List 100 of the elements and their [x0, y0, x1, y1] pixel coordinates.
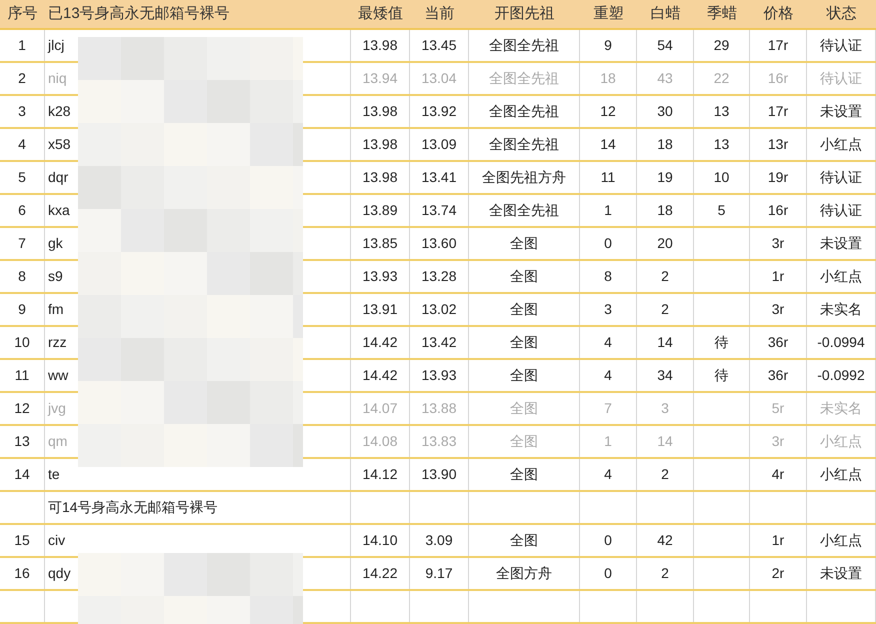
table-cell-text: 14 — [657, 432, 673, 451]
table-cell-text: jvg — [48, 399, 66, 418]
table-cell-text: 36r — [768, 366, 788, 385]
table-cell-text: 14 — [14, 465, 30, 484]
table-cell-text: 14.08 — [362, 432, 398, 451]
table-cell-text: 全图全先祖 — [489, 36, 559, 55]
table-cell-text: 4 — [18, 135, 26, 154]
table-cell-text: 29 — [714, 36, 730, 55]
table-cell-text: 14.12 — [362, 465, 398, 484]
table-cell-text: 13.89 — [362, 201, 398, 220]
table-cell-text: 待 — [714, 333, 728, 352]
table-cell-text: niq — [48, 69, 67, 88]
table-cell-text: civ — [48, 531, 66, 550]
table-cell-text: 小红点 — [820, 135, 862, 154]
table-cell-text: 13.92 — [421, 102, 457, 121]
table-cell-text: 全图 — [510, 465, 538, 484]
table-cell-text: 2 — [661, 267, 669, 286]
table-cell-text: 13.98 — [362, 36, 398, 55]
column-header: 最矮值 — [358, 4, 403, 24]
table-cell-text: s9 — [48, 267, 63, 286]
table-cell-text: x58 — [48, 135, 71, 154]
table-cell-text: gk — [48, 234, 63, 253]
table-cell-text: 3 — [604, 300, 612, 319]
table-cell-text: 19r — [768, 168, 788, 187]
table-cell-text: 4 — [604, 465, 612, 484]
table-cell-text: 13.98 — [362, 135, 398, 154]
table-cell-text: 14.42 — [362, 333, 398, 352]
table-cell-text: 0 — [604, 531, 612, 550]
table-cell-text: 42 — [657, 531, 673, 550]
table-cell-text: 14.10 — [362, 531, 398, 550]
table-cell-text: 0 — [604, 564, 612, 583]
table-cell-text: 6 — [18, 201, 26, 220]
table-cell-text: 全图 — [510, 333, 538, 352]
table-cell-text: 30 — [657, 102, 673, 121]
table-cell-text: 12 — [600, 102, 616, 121]
table-cell-text: 13.41 — [421, 168, 457, 187]
table-cell-text: 17r — [768, 36, 788, 55]
table-cell-text: 3 — [661, 399, 669, 418]
table-cell-text: 9 — [604, 36, 612, 55]
table-cell-text: 待认证 — [820, 36, 862, 55]
table-cell-text: qm — [48, 432, 68, 451]
table-cell-text: 9.17 — [425, 564, 453, 583]
table-cell-text: 13.91 — [362, 300, 398, 319]
table-cell-text: 16r — [768, 201, 788, 220]
table-cell-text: 全图全先祖 — [489, 135, 559, 154]
table-cell-text: 34 — [657, 366, 673, 385]
table-cell-text: 13.90 — [421, 465, 457, 484]
table-cell-text: 13.74 — [421, 201, 457, 220]
table-cell-text: 18 — [600, 69, 616, 88]
table-cell-text: 10 — [14, 333, 30, 352]
table-cell-text: 13.45 — [421, 36, 457, 55]
table-cell-text: 13 — [14, 432, 30, 451]
column-header: 季蜡 — [707, 4, 737, 24]
table-cell-text: 未实名 — [820, 399, 862, 418]
table-cell-text: 13.04 — [421, 69, 457, 88]
table-cell-text: 3r — [772, 300, 784, 319]
column-header: 序号 — [8, 4, 38, 24]
table-cell-text: 13r — [768, 135, 788, 154]
table-cell-text: 小红点 — [820, 432, 862, 451]
table-cell-text: 14.07 — [362, 399, 398, 418]
table-cell-text: 15 — [14, 531, 30, 550]
table-cell-text: 13.28 — [421, 267, 457, 286]
table-cell-text: dqr — [48, 168, 68, 187]
table-cell-text: 1r — [772, 531, 784, 550]
table-cell-text: 2 — [661, 300, 669, 319]
column-header: 重塑 — [594, 4, 624, 24]
table-cell-text: 16r — [768, 69, 788, 88]
table-cell-text: 待认证 — [820, 168, 862, 187]
table-cell-text: 全图 — [510, 267, 538, 286]
table-cell-text: 1 — [604, 432, 612, 451]
table-cell-text: 全图 — [510, 399, 538, 418]
table-cell-text: 全图 — [510, 300, 538, 319]
table-cell-text: 全图全先祖 — [489, 102, 559, 121]
table-cell-text: 全图全先祖 — [489, 69, 559, 88]
table-cell-text: 14 — [657, 333, 673, 352]
table-cell-text: fm — [48, 300, 64, 319]
column-header: 当前 — [424, 4, 454, 24]
column-header: 价格 — [764, 4, 794, 24]
table-cell-text: 3.09 — [425, 531, 453, 550]
table-cell-text: 1r — [772, 267, 784, 286]
table-cell-text: 待认证 — [820, 201, 862, 220]
table-cell-text: 13.93 — [421, 366, 457, 385]
table-cell-text: -0.0994 — [817, 333, 865, 352]
table-cell-text: 未设置 — [820, 102, 862, 121]
table-cell-text: 20 — [657, 234, 673, 253]
table-cell-text: 2 — [661, 564, 669, 583]
table-cell-text: 3r — [772, 432, 784, 451]
table-cell-text: 13.09 — [421, 135, 457, 154]
column-header: 状态 — [826, 4, 856, 24]
table-cell-text: 10 — [714, 168, 730, 187]
table-cell-text: 未设置 — [820, 234, 862, 253]
table-cell-text: 全图全先祖 — [489, 201, 559, 220]
table-cell-text: 全图 — [510, 234, 538, 253]
table-cell-text: 2 — [661, 465, 669, 484]
table-cell-text: 14.42 — [362, 366, 398, 385]
table-cell-text: 待认证 — [820, 69, 862, 88]
table-cell-text: kxa — [48, 201, 70, 220]
table-cell-text: 17r — [768, 102, 788, 121]
table-cell-text: 11 — [14, 366, 30, 385]
table-cell-text: 13.60 — [421, 234, 457, 253]
